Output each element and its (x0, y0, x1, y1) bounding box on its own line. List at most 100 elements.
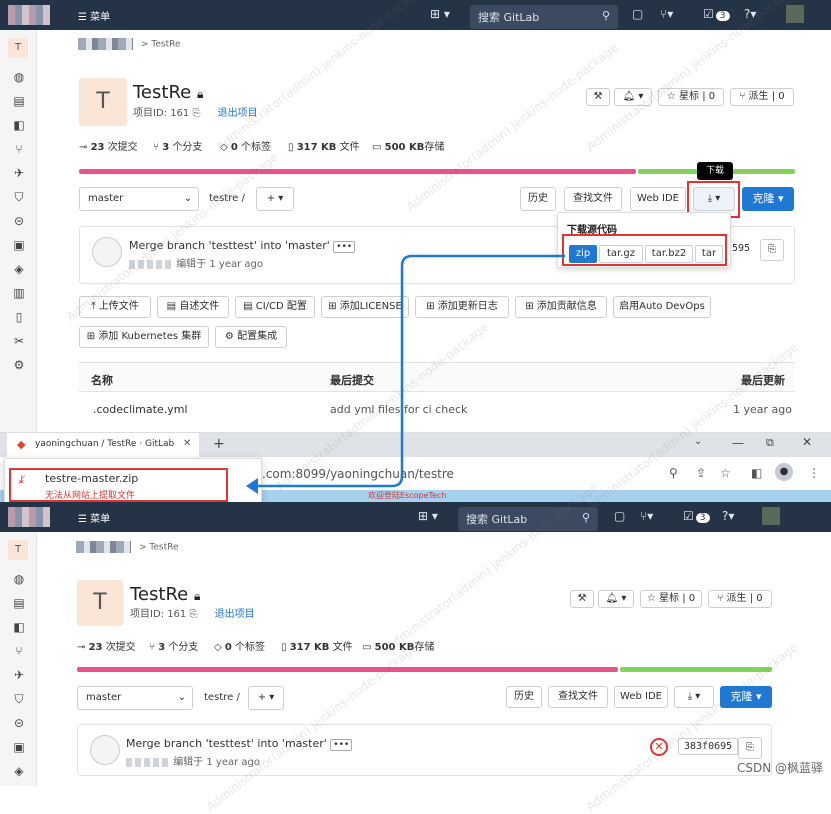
storage-stat-2[interactable]: ▭ 500 KB存储 (362, 638, 434, 653)
commits-stat[interactable]: ⊸ 23 次提交 (79, 138, 138, 153)
sidebar-monitor-icon[interactable]: ▣ (11, 740, 27, 754)
breadcrumb-group[interactable] (76, 541, 131, 553)
add-contributing-button[interactable]: ⊞ 添加贡献信息 (515, 296, 607, 318)
download-filename[interactable]: testre-master.zip (45, 472, 138, 485)
sidebar-wiki-icon[interactable]: ▯ (11, 310, 27, 324)
file-last-commit[interactable]: add yml files for ci check (330, 403, 467, 416)
issues-icon[interactable]: ▢ (632, 7, 643, 21)
gitlab-logo-2[interactable] (8, 507, 50, 527)
web-ide-button-2[interactable]: Web IDE (614, 686, 668, 708)
sidebar-project-avatar-2[interactable]: T (8, 540, 28, 560)
sidebar-infrastructure-icon[interactable]: ◈ (11, 764, 27, 778)
branch-select-2[interactable]: master ⌄ (77, 686, 193, 710)
commit-author-avatar[interactable] (92, 237, 122, 267)
copy-sha-button[interactable]: ⎘ (760, 239, 784, 261)
tab-search-icon[interactable]: ⌄ (694, 436, 702, 447)
sidebar-project-avatar[interactable]: T (8, 38, 28, 58)
configure-integrations-button[interactable]: ⚙ 配置集成 (215, 326, 287, 348)
settings-button-2[interactable]: ⚒ (570, 590, 594, 608)
help-icon[interactable]: ?▾ (744, 7, 756, 21)
branches-stat[interactable]: ⑂ 3 个分支 (153, 138, 202, 153)
fork-button-2[interactable]: ⑂ 派生 | 0 (708, 590, 772, 608)
find-file-button[interactable]: 查找文件 (564, 187, 622, 211)
sidebar-repository-icon[interactable]: ▤ (11, 596, 27, 610)
fork-button[interactable]: ⑂ 派生 | 0 (730, 88, 794, 106)
table-row[interactable]: .codeclimate.yml add yml files for ci ch… (79, 394, 795, 424)
file-name-link[interactable]: .codeclimate.yml (93, 403, 188, 416)
add-changelog-button[interactable]: ⊞ 添加更新日志 (415, 296, 509, 318)
files-stat-2[interactable]: ▯ 317 KB 文件 (281, 638, 353, 653)
merge-requests-icon[interactable]: ⑂▾ (640, 509, 653, 523)
web-ide-button[interactable]: Web IDE (630, 187, 686, 211)
merge-requests-icon[interactable]: ⑂▾ (660, 7, 673, 21)
search-input[interactable]: 搜索 GitLab ⚲ (470, 5, 618, 29)
sidebar-infrastructure-icon[interactable]: ◈ (11, 262, 27, 276)
sidebar-cicd-icon[interactable]: ✈ (11, 668, 27, 682)
browser-menu-icon[interactable]: ⋮ (808, 466, 820, 480)
upload-file-button[interactable]: ⤒ 上传文件 (79, 296, 151, 318)
sidebar-security-icon[interactable]: ⛉ (11, 190, 27, 205)
sidebar-security-icon[interactable]: ⛉ (11, 692, 27, 707)
add-to-tree-button-2[interactable]: + ▾ (248, 686, 284, 710)
sidebar-overview-icon[interactable]: ◍ (11, 70, 27, 84)
star-button[interactable]: ☆ 星标 | 0 (658, 88, 724, 106)
help-icon[interactable]: ?▾ (722, 509, 734, 523)
todos-icon[interactable]: ☑ 3 (683, 509, 710, 523)
expand-commit-icon[interactable]: ••• (330, 739, 353, 751)
sidebar-cicd-icon[interactable]: ✈ (11, 166, 27, 180)
sidebar-repository-icon[interactable]: ▤ (11, 94, 27, 108)
commit-sha-partial[interactable]: 595 (732, 243, 750, 254)
copy-sha-button[interactable]: ⎘ (738, 737, 762, 759)
breadcrumb-project[interactable]: TestRe (151, 40, 180, 50)
commits-stat-2[interactable]: ⊸ 23 次提交 (77, 638, 136, 653)
sidebar-analytics-icon[interactable]: ▥ (11, 286, 27, 300)
history-button[interactable]: 历史 (520, 187, 556, 211)
tags-stat-2[interactable]: ◇ 0 个标签 (214, 638, 265, 653)
commit-sha[interactable]: 383f0695 (678, 738, 739, 755)
commit-message[interactable]: Merge branch 'testtest' into 'master' ••… (126, 737, 353, 751)
breadcrumb-group[interactable] (78, 38, 133, 50)
copy-icon[interactable]: ⎘ (192, 108, 200, 119)
sidebar-snippets-icon[interactable]: ✂ (11, 334, 27, 348)
close-window-icon[interactable]: ✕ (802, 435, 812, 449)
repo-path[interactable]: testre / (209, 193, 245, 204)
branches-stat-2[interactable]: ⑂ 3 个分支 (149, 638, 198, 653)
issues-icon[interactable]: ▢ (614, 509, 625, 523)
menu-button[interactable]: ☰ 菜单 (78, 8, 110, 23)
search-input-2[interactable]: 搜索 GitLab ⚲ (458, 507, 598, 531)
zoom-icon[interactable]: ⚲ (669, 466, 678, 480)
clone-button-2[interactable]: 克隆 ▾ (720, 686, 772, 708)
copy-icon[interactable]: ⎘ (189, 609, 197, 620)
repo-path-2[interactable]: testre / (204, 692, 240, 703)
user-avatar-2[interactable] (762, 507, 780, 525)
leave-project-link[interactable]: 退出项目 (215, 609, 255, 620)
sidebar-monitor-icon[interactable]: ▣ (11, 238, 27, 252)
maximize-icon[interactable]: ⧉ (766, 436, 774, 450)
notification-button-2[interactable]: 🔔︎ ▾ (598, 590, 634, 608)
browser-tab[interactable]: ◆ yaoningchuan / TestRe · GitLab ✕ (7, 433, 199, 457)
minimize-icon[interactable]: — (732, 436, 744, 450)
files-stat[interactable]: ▯ 317 KB 文件 (288, 138, 360, 153)
todos-icon[interactable]: ☑ 3 (703, 7, 730, 21)
download-button-2[interactable]: ⤓ ▾ (674, 686, 714, 708)
sidebar-deployments-icon[interactable]: ⊝ (11, 214, 27, 228)
add-to-tree-button[interactable]: + ▾ (256, 187, 294, 211)
new-tab-button[interactable]: + (213, 436, 225, 452)
leave-project-link[interactable]: 退出项目 (218, 108, 258, 119)
gitlab-logo[interactable] (8, 5, 50, 25)
find-file-button-2[interactable]: 查找文件 (548, 686, 608, 708)
close-tab-icon[interactable]: ✕ (183, 438, 191, 449)
profile-icon[interactable]: ● (775, 463, 793, 481)
sidebar-issues-icon[interactable]: ◧ (11, 118, 27, 132)
sidebar-issues-icon[interactable]: ◧ (11, 620, 27, 634)
enable-auto-devops-button[interactable]: 启用Auto DevOps (613, 296, 711, 318)
settings-button[interactable]: ⚒ (586, 88, 610, 106)
commit-message[interactable]: Merge branch 'testtest' into 'master' ••… (129, 239, 356, 253)
star-button-2[interactable]: ☆ 星标 | 0 (640, 590, 702, 608)
menu-button-2[interactable]: ☰ 菜单 (78, 510, 110, 525)
add-cicd-button[interactable]: ▤ CI/CD 配置 (235, 296, 315, 318)
breadcrumb-project[interactable]: TestRe (149, 543, 178, 553)
branch-select[interactable]: master ⌄ (79, 187, 199, 211)
expand-commit-icon[interactable]: ••• (333, 241, 356, 253)
storage-stat[interactable]: ▭ 500 KB存储 (372, 138, 444, 153)
